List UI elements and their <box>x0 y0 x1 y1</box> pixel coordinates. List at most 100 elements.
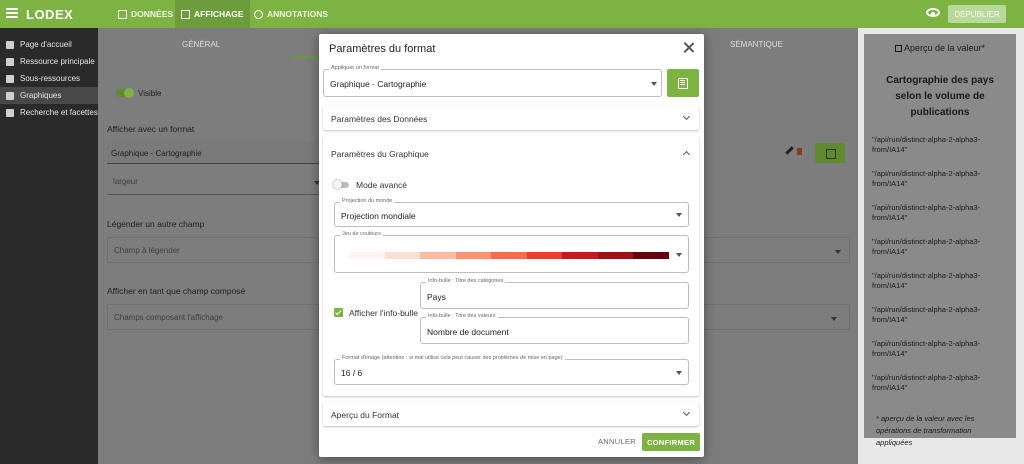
unpublish-button[interactable]: DÉPUBLIER <box>948 5 1006 23</box>
cancel-button[interactable]: ANNULER <box>598 437 636 446</box>
tooltip-category-title-input[interactable]: Info-bulle : Titre des catégories Pays <box>420 278 689 309</box>
chevron-up-icon[interactable] <box>682 150 691 159</box>
nav-tab-donnees[interactable]: DONNÉES <box>112 0 179 28</box>
active-tab-indicator <box>292 56 320 58</box>
color-swatch <box>633 252 669 259</box>
sidebar-item-search-facets[interactable]: Recherche et facettes <box>0 104 98 121</box>
sidebar-item-charts[interactable]: Graphiques <box>0 87 98 104</box>
close-icon[interactable] <box>683 42 694 53</box>
format-preview-accordion[interactable]: Aperçu du Format <box>323 402 699 426</box>
list-icon <box>118 9 127 19</box>
value-preview-panel: Aperçu de la valeur* Cartographie des pa… <box>864 34 1016 447</box>
format-settings-button[interactable] <box>815 143 845 163</box>
preview-item: "/api/run/distinct-alpha-2-alpha3-from/I… <box>872 135 981 154</box>
preview-item: "/api/run/distinct-alpha-2-alpha3-from/I… <box>872 339 981 358</box>
search-icon <box>6 108 14 117</box>
projection-select[interactable]: Projection du monde Projection mondiale <box>334 198 689 227</box>
tooltip-label: Afficher l'info-bulle <box>349 308 419 318</box>
preview-item: "/api/run/distinct-alpha-2-alpha3-from/I… <box>872 271 981 290</box>
width-select[interactable]: largeur <box>107 169 319 195</box>
nav-tab-annotations[interactable]: ANNOTATIONS <box>248 0 334 28</box>
chevron-down-icon <box>651 82 657 86</box>
image-format-label: Format d'image (attention : si mal utili… <box>340 355 565 361</box>
format-heading: Afficher avec un format <box>107 124 195 134</box>
dialog-title: Paramètres du format <box>329 43 436 55</box>
sidebar-item-subresources[interactable]: Sous-ressources <box>0 70 98 87</box>
preview-item: "/api/run/distinct-alpha-2-alpha3-from/I… <box>872 373 981 392</box>
tooltip-value-label: Info-bulle : Titre des valeurs <box>426 313 498 319</box>
chevron-down-icon <box>835 250 841 254</box>
format-select[interactable]: Graphique - Cartographie <box>107 142 319 164</box>
nav-tab-label: AFFICHAGE <box>194 9 244 19</box>
visible-label: Visible <box>138 89 162 98</box>
legend-heading: Légender un autre champ <box>107 219 205 229</box>
preview-item: "/api/run/distinct-alpha-2-alpha3-from/I… <box>872 203 981 222</box>
chevron-down-icon <box>676 213 682 217</box>
legend-field-select-end[interactable] <box>704 237 850 263</box>
nav-tab-label: ANNOTATIONS <box>267 9 329 19</box>
chevron-down-icon <box>831 317 837 321</box>
edit-icon[interactable] <box>785 146 794 155</box>
advanced-mode-toggle[interactable] <box>333 180 349 189</box>
projection-label: Projection du monde <box>340 198 395 204</box>
app-bar: LODEX DONNÉES AFFICHAGE ANNOTATIONS DÉPU… <box>0 0 1024 28</box>
color-swatch <box>455 252 491 259</box>
delete-icon[interactable] <box>797 148 802 155</box>
color-set-label: Jeu de couleurs <box>340 231 383 237</box>
sidebar: Page d'accueil Ressource principale Sous… <box>0 28 98 464</box>
accordion-title[interactable]: Paramètres du Graphique <box>331 149 429 159</box>
app-brand[interactable]: LODEX <box>26 7 73 22</box>
data-params-accordion[interactable]: Paramètres des Données <box>323 106 699 130</box>
sidebar-item-label: Page d'accueil <box>20 40 72 49</box>
apply-format-label: Appliquer un format <box>329 65 381 71</box>
tooltip-value-title-input[interactable]: Info-bulle : Titre des valeurs Nombre de… <box>420 313 689 344</box>
advanced-mode-label: Mode avancé <box>356 180 408 190</box>
sidebar-item-label: Recherche et facettes <box>20 108 98 117</box>
tooltip-checkbox[interactable] <box>334 308 343 317</box>
preview-note: * aperçu de la valeur avec les opération… <box>876 414 975 447</box>
sidebar-item-label: Ressource principale <box>20 57 95 66</box>
menu-icon[interactable] <box>6 8 18 18</box>
confirm-button[interactable]: CONFIRMER <box>642 433 700 451</box>
tab-general[interactable]: GÉNÉRAL <box>182 40 220 49</box>
apply-format-select[interactable]: Appliquer un format Graphique - Cartogra… <box>323 65 662 97</box>
color-swatch <box>349 252 385 259</box>
preview-item: "/api/run/distinct-alpha-2-alpha3-from/I… <box>872 305 981 324</box>
eye-icon[interactable] <box>926 8 940 17</box>
preview-header: Aperçu de la valeur* <box>872 43 1008 53</box>
format-docs-button[interactable] <box>667 69 699 97</box>
preview-list: "/api/run/distinct-alpha-2-alpha3-from/I… <box>872 135 1008 393</box>
sidebar-item-main-resource[interactable]: Ressource principale <box>0 53 98 70</box>
preview-item: "/api/run/distinct-alpha-2-alpha3-from/I… <box>872 169 981 188</box>
sidebar-item-label: Graphiques <box>20 91 62 100</box>
tab-semantic[interactable]: SÉMANTIQUE <box>730 40 783 49</box>
display-icon <box>181 9 190 19</box>
composed-fields-select-end[interactable] <box>704 304 850 330</box>
sidebar-item-home[interactable]: Page d'accueil <box>0 36 98 53</box>
projection-value: Projection mondiale <box>341 211 416 221</box>
accordion-title: Aperçu du Format <box>331 410 400 420</box>
format-settings-dialog: Paramètres du format Appliquer un format… <box>319 34 704 457</box>
home-icon <box>6 40 14 49</box>
visible-toggle[interactable] <box>116 88 134 98</box>
composed-fields-select[interactable]: Champs composant l'affichage <box>107 304 319 330</box>
composed-heading: Afficher en tant que champ composé <box>107 286 246 296</box>
subresource-icon <box>6 74 14 83</box>
color-set-select[interactable]: Jeu de couleurs <box>334 231 689 273</box>
tooltip-category-label: Info-bulle : Titre des catégories <box>426 278 506 284</box>
preview-item: "/api/run/distinct-alpha-2-alpha3-from/I… <box>872 237 981 256</box>
chevron-down-icon <box>676 371 682 375</box>
legend-field-select[interactable]: Champ à légender <box>107 237 319 263</box>
chevron-down-icon <box>682 408 691 417</box>
color-swatch <box>526 252 562 259</box>
tooltip-value-value: Nombre de document <box>427 327 509 337</box>
document-icon <box>6 57 14 66</box>
nav-tab-affichage[interactable]: AFFICHAGE <box>175 0 250 28</box>
accordion-title: Paramètres des Données <box>331 114 428 124</box>
color-swatch <box>384 252 420 259</box>
preview-icon <box>894 45 902 52</box>
tooltip-category-value: Pays <box>427 292 446 302</box>
image-format-select[interactable]: Format d'image (attention : si mal utili… <box>334 355 689 385</box>
chat-icon <box>254 9 263 19</box>
color-swatch <box>597 252 633 259</box>
